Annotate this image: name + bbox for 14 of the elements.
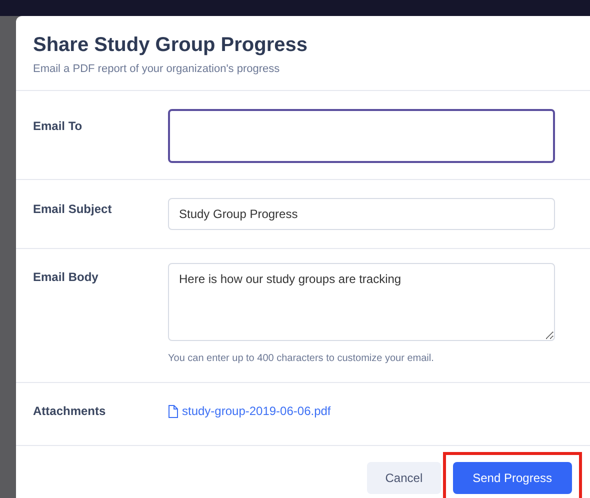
attachment-link[interactable]: study-group-2019-06-06.pdf — [168, 402, 331, 420]
cancel-button[interactable]: Cancel — [367, 462, 441, 494]
field-label: Email Body — [33, 268, 100, 286]
field-label: Attachments — [33, 402, 107, 420]
text-area[interactable]: Here is how our study groups are tracking — [168, 262, 555, 340]
file-icon — [168, 404, 178, 418]
input-field[interactable]: Study Group Progress — [168, 198, 555, 230]
dialog-subtitle: Email a PDF report of your organization's progress — [33, 62, 281, 77]
field-label: Email Subject — [33, 200, 113, 218]
hint-text: You can enter up to 400 characters to customize your email. — [168, 352, 435, 366]
input-field[interactable] — [168, 108, 555, 162]
send-button[interactable]: Send Progress — [452, 462, 572, 494]
field-label: Email To — [33, 118, 84, 134]
dialog-title: Share Study Group Progress — [33, 33, 309, 58]
